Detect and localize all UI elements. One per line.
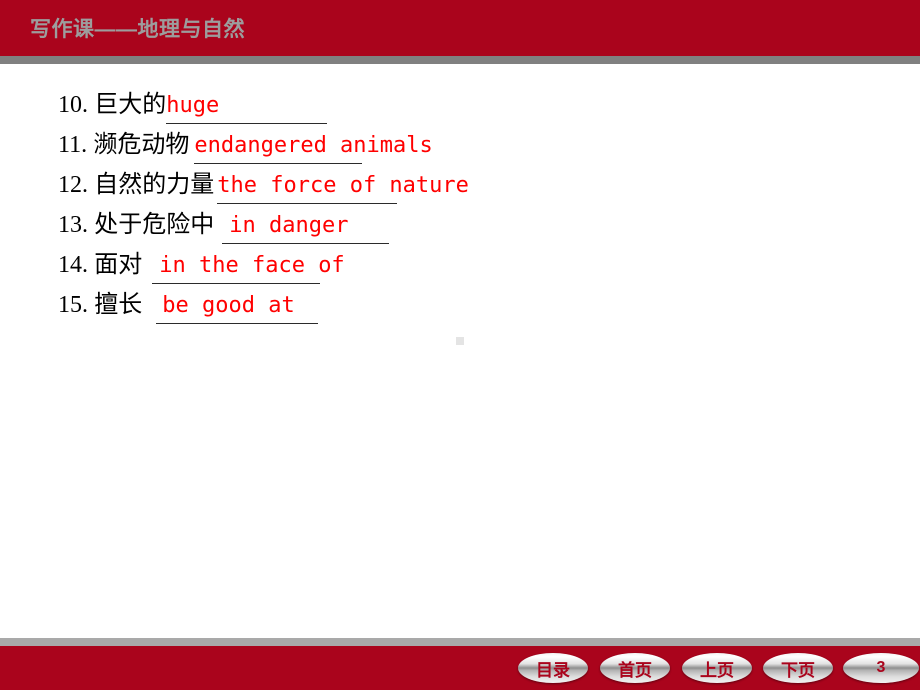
answer-blank: the force of nature [217,171,469,204]
answer-text: in the face of [159,253,345,278]
item-number: 12. [58,172,88,198]
list-item: 11. 濒危动物 endangered animals [58,130,433,164]
answer-blank: in the face of [152,251,345,284]
nav-contents-button[interactable]: 目录 [518,653,588,683]
answer-text: in danger [229,213,349,238]
list-item: 13. 处于危险中 in danger [58,210,390,244]
item-chinese: 面对 [94,250,143,278]
page-title: 写作课——地理与自然 [30,18,245,41]
page-number-badge: 3 [843,653,919,683]
item-chinese: 擅长 [94,290,143,318]
item-number: 11. [58,132,88,158]
list-item: 14. 面对 in the face of [58,250,345,284]
answer-blank: endangered animals [194,131,433,164]
answer-blank: in danger [222,211,390,244]
item-chinese: 自然的力量 [94,170,215,198]
answer-text: huge [166,93,220,118]
answer-text: endangered animals [194,133,433,158]
item-number: 13. [58,212,88,238]
list-item: 12. 自然的力量 the force of nature [58,170,469,204]
slide-header: 写作课——地理与自然 [0,0,920,56]
answer-underline [222,243,390,244]
list-item: 15. 擅长 be good at [58,290,319,324]
nav-home-button[interactable]: 首页 [600,653,670,683]
item-number: 14. [58,252,88,278]
answer-underline [217,203,398,204]
answer-blank: be good at [156,291,319,324]
footer-divider [0,638,920,646]
answer-underline [152,283,321,284]
item-chinese: 濒危动物 [93,130,190,158]
item-number: 10. [58,92,88,118]
answer-text: be good at [162,293,295,318]
placeholder-mark [456,337,464,345]
answer-underline [166,123,328,124]
item-number: 15. [58,292,88,318]
slide-body: 10. 巨大的 huge 11. 濒危动物 endangered animals 1… [0,64,920,638]
answer-underline [194,163,363,164]
slide: 写作课——地理与自然 10. 巨大的 huge 11. 濒危动物 endangere… [0,0,920,690]
item-chinese: 巨大的 [94,90,167,118]
answer-underline [156,323,319,324]
header-divider [0,56,920,64]
item-chinese: 处于危险中 [94,210,215,238]
answer-blank: huge [166,91,328,124]
answer-text: the force of nature [217,173,469,198]
nav-prev-page-button[interactable]: 上页 [682,653,752,683]
nav-next-page-button[interactable]: 下页 [763,653,833,683]
list-item: 10. 巨大的 huge [58,90,328,124]
